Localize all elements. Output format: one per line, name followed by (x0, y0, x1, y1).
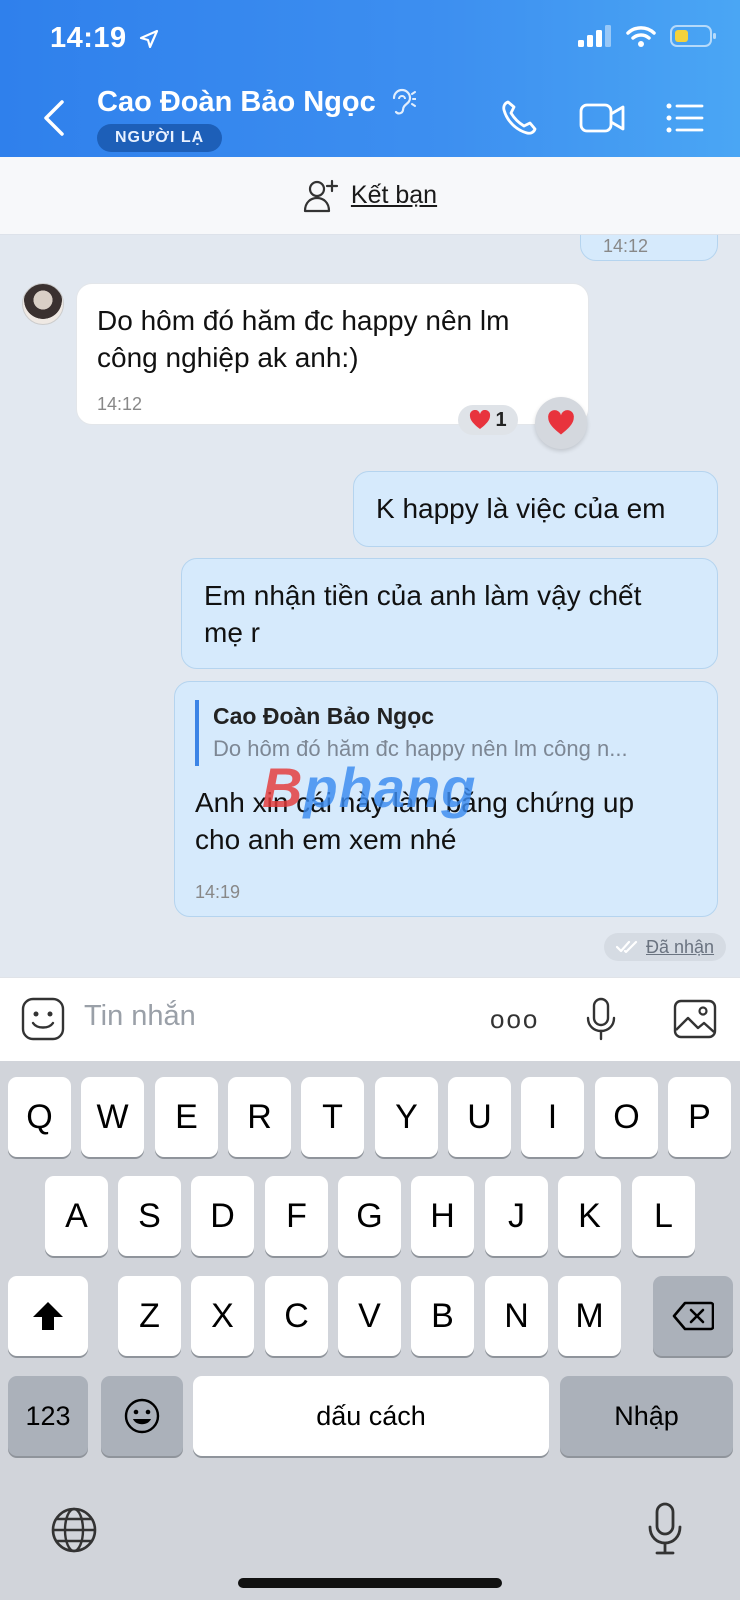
key-x[interactable]: X (191, 1276, 254, 1356)
reaction-count-badge[interactable]: 1 (458, 405, 518, 435)
backspace-icon (672, 1301, 714, 1331)
on-screen-keyboard: Q W E R T Y U I O P A S D F G H J K L Z … (0, 1061, 740, 1600)
double-check-icon (616, 940, 638, 954)
key-n[interactable]: N (485, 1276, 548, 1356)
key-q[interactable]: Q (8, 1077, 71, 1157)
key-h[interactable]: H (411, 1176, 474, 1256)
key-j[interactable]: J (485, 1176, 548, 1256)
key-z[interactable]: Z (118, 1276, 181, 1356)
key-p[interactable]: P (668, 1077, 731, 1157)
contact-name[interactable]: Cao Đoàn Bảo Ngọc (97, 86, 417, 119)
image-picker-button[interactable] (672, 996, 718, 1042)
contact-avatar[interactable] (22, 283, 64, 325)
status-icons (578, 24, 716, 48)
key-v[interactable]: V (338, 1276, 401, 1356)
incoming-message-bubble[interactable]: Do hôm đó hăm đc happy nên lm công nghiệ… (76, 283, 589, 425)
add-friend-label[interactable]: Kết bạn (351, 181, 437, 210)
home-indicator[interactable] (238, 1578, 502, 1588)
outgoing-message-text: K happy là việc của em (376, 493, 666, 524)
outgoing-message-bubble[interactable]: K happy là việc của em (353, 471, 718, 547)
watermark-logo: Bphang (262, 756, 477, 819)
delete-key[interactable] (653, 1276, 733, 1356)
battery-icon (670, 25, 716, 47)
dictation-microphone-icon[interactable] (646, 1501, 684, 1557)
delivery-status-text: Đã nhận (646, 936, 715, 957)
video-call-button[interactable] (578, 96, 626, 140)
location-arrow-icon (140, 30, 159, 49)
react-heart-button[interactable] (535, 397, 587, 449)
reply-message-time: 14:19 (195, 882, 241, 902)
wifi-icon (626, 26, 656, 47)
key-m[interactable]: M (558, 1276, 621, 1356)
key-g[interactable]: G (338, 1176, 401, 1256)
phone-call-button[interactable] (496, 96, 544, 140)
shift-arrow-icon (33, 1302, 63, 1330)
key-k[interactable]: K (558, 1176, 621, 1256)
key-y[interactable]: Y (375, 1077, 438, 1157)
more-options-button[interactable]: ooo (490, 1004, 539, 1035)
enter-key[interactable]: Nhập (560, 1376, 733, 1456)
microphone-button[interactable] (584, 996, 618, 1042)
heart-icon (470, 410, 491, 429)
key-u[interactable]: U (448, 1077, 511, 1157)
quoted-sender-name: Cao Đoàn Bảo Ngọc (213, 703, 435, 729)
outgoing-message-line-2: mẹ r (204, 617, 260, 648)
key-b[interactable]: B (411, 1276, 474, 1356)
back-button[interactable] (36, 96, 72, 140)
message-list[interactable]: 14:12 Do hôm đó hăm đc happy nên lm công… (0, 235, 740, 977)
key-l[interactable]: L (632, 1176, 695, 1256)
heart-icon (548, 410, 574, 435)
key-c[interactable]: C (265, 1276, 328, 1356)
message-input-bar: Tin nhắn ooo (0, 977, 740, 1061)
globe-language-icon[interactable] (50, 1506, 98, 1554)
key-i[interactable]: I (521, 1077, 584, 1157)
chat-header: 14:19 Cao Đoàn Bảo Ngọc NGƯỜI LẠ (0, 0, 740, 157)
space-key[interactable]: dấu cách (193, 1376, 549, 1456)
reply-message-line-2: cho anh em xem nhé (195, 824, 457, 855)
incoming-message-line-1: Do hôm đó hăm đc happy nên lm (97, 305, 510, 336)
emoji-key[interactable] (101, 1376, 183, 1456)
key-e[interactable]: E (155, 1077, 218, 1157)
reaction-count: 1 (495, 408, 507, 431)
key-f[interactable]: F (265, 1176, 328, 1256)
key-a[interactable]: A (45, 1176, 108, 1256)
partial-message-bubble[interactable]: 14:12 (580, 235, 718, 261)
cellular-signal-icon (578, 25, 611, 47)
add-friend-bar[interactable]: Kết bạn (0, 157, 740, 235)
sticker-emoji-button[interactable] (20, 996, 66, 1042)
status-time: 14:19 (50, 22, 159, 55)
menu-list-button[interactable] (662, 96, 710, 140)
outgoing-message-line-1: Em nhận tiền của anh làm vậy chết (204, 580, 642, 611)
contact-name-text: Cao Đoàn Bảo Ngọc (97, 86, 376, 118)
status-time-text: 14:19 (50, 22, 127, 54)
incoming-message-line-2: công nghiệp ak anh:) (97, 342, 359, 373)
emoji-icon (124, 1398, 160, 1434)
key-o[interactable]: O (595, 1077, 658, 1157)
key-t[interactable]: T (301, 1077, 364, 1157)
add-friend-icon (303, 179, 339, 212)
shift-key[interactable] (8, 1276, 88, 1356)
key-r[interactable]: R (228, 1077, 291, 1157)
hearing-icon (392, 88, 417, 115)
stranger-badge: NGƯỜI LẠ (97, 124, 223, 152)
outgoing-message-bubble[interactable]: Em nhận tiền của anh làm vậy chết mẹ r (181, 558, 718, 669)
key-w[interactable]: W (81, 1077, 144, 1157)
partial-message-time: 14:12 (603, 236, 649, 256)
key-s[interactable]: S (118, 1176, 181, 1256)
delivery-status: Đã nhận (604, 933, 727, 961)
key-d[interactable]: D (191, 1176, 254, 1256)
numbers-key[interactable]: 123 (8, 1376, 88, 1456)
message-input[interactable]: Tin nhắn (84, 1000, 196, 1033)
